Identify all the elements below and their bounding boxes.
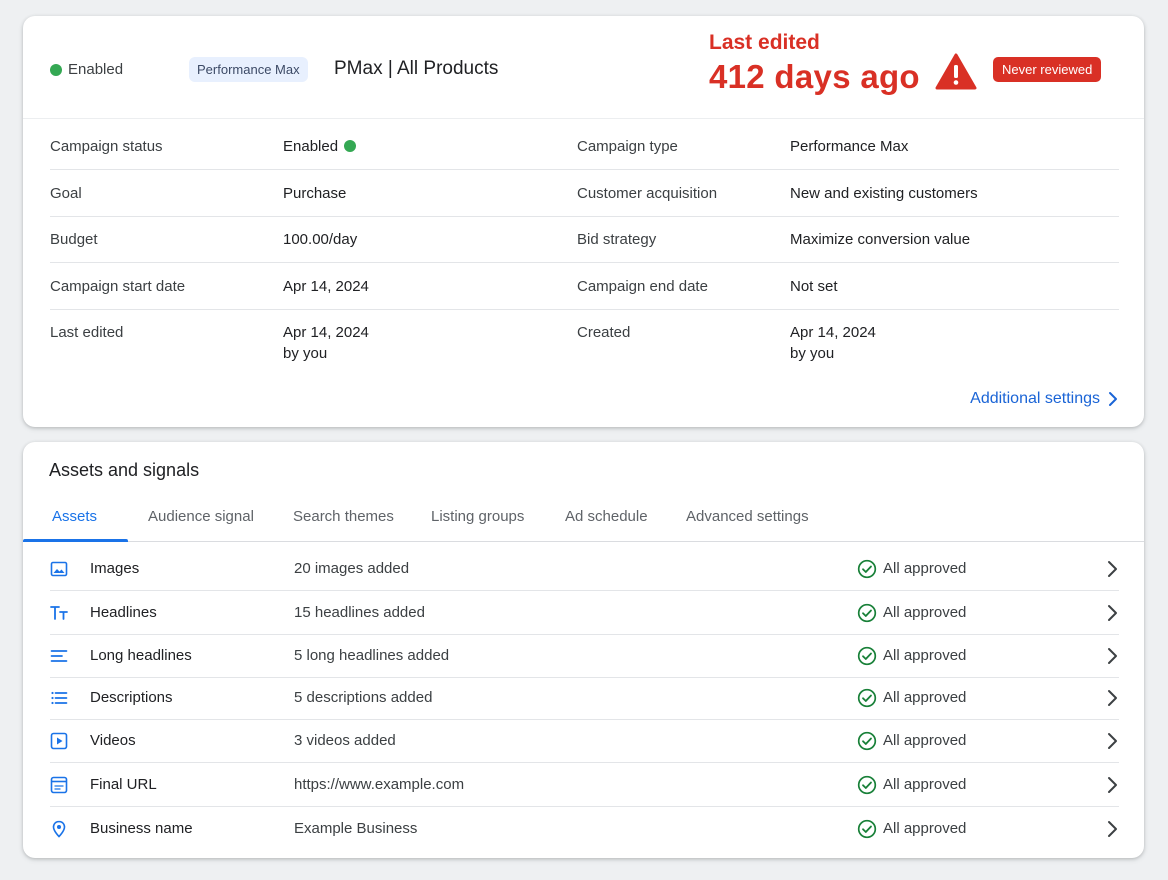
asset-name: Videos	[90, 732, 136, 749]
asset-row-videos[interactable]: Videos 3 videos added All approved	[50, 719, 1119, 763]
additional-settings-label: Additional settings	[970, 390, 1100, 407]
asset-count: 5 long headlines added	[294, 647, 450, 664]
tab-advanced-settings[interactable]: Advanced settings	[686, 508, 809, 525]
asset-row-images[interactable]: Images 20 images added All approved	[50, 547, 1119, 591]
asset-row-business-name[interactable]: Business name Example Business All appro…	[50, 807, 1119, 851]
image-icon	[50, 561, 68, 577]
text-size-icon	[50, 606, 68, 620]
detail-label: Created	[577, 324, 631, 341]
asset-row-final-url[interactable]: Final URL https://www.example.com All ap…	[50, 763, 1119, 807]
detail-value: Maximize conversion value	[790, 231, 971, 248]
last-edited-value: 412 days ago	[709, 58, 920, 95]
asset-count: 3 videos added	[294, 732, 396, 749]
asset-row-headlines[interactable]: Headlines 15 headlines added All approve…	[50, 591, 1119, 635]
chevron-right-icon	[1108, 690, 1117, 706]
video-icon	[50, 732, 68, 750]
long-text-icon	[50, 650, 68, 662]
detail-label: Goal	[50, 185, 82, 202]
detail-value: Not set	[790, 278, 838, 295]
approval-status: All approved	[883, 820, 967, 837]
detail-label: Bid strategy	[577, 231, 657, 248]
detail-value: Apr 14, 2024	[283, 278, 369, 295]
check-circle-icon	[857, 775, 877, 795]
enabled-dot-icon	[344, 140, 357, 152]
warning-icon	[935, 53, 977, 90]
check-circle-icon	[857, 731, 877, 751]
asset-count: Example Business	[294, 820, 418, 837]
chevron-right-icon	[1108, 777, 1117, 793]
detail-label: Last edited	[50, 324, 124, 341]
campaign-summary-card: Enabled Performance Max PMax | All Produ…	[23, 16, 1144, 427]
detail-label: Budget	[50, 231, 98, 248]
chevron-right-icon	[1109, 392, 1117, 406]
detail-row: Campaign start date Apr 14, 2024 Campaig…	[50, 263, 1119, 310]
chevron-right-icon	[1108, 733, 1117, 749]
last-edited-label: Last edited	[709, 31, 820, 54]
detail-label: Campaign status	[50, 138, 163, 155]
detail-label: Campaign start date	[50, 278, 186, 295]
active-tab-indicator	[23, 539, 128, 542]
list-icon	[51, 691, 68, 705]
approval-status: All approved	[883, 604, 967, 621]
tab-search-themes[interactable]: Search themes	[293, 508, 394, 525]
chevron-right-icon	[1108, 821, 1117, 837]
never-reviewed-badge: Never reviewed	[993, 57, 1102, 82]
campaign-header: Enabled Performance Max PMax | All Produ…	[23, 16, 1144, 119]
detail-row: Campaign status Enabled Campaign type Pe…	[50, 123, 1119, 170]
tab-assets[interactable]: Assets	[52, 508, 97, 525]
detail-value: Apr 14, 2024 by you	[790, 324, 876, 362]
approval-status: All approved	[883, 647, 967, 664]
campaign-name: PMax | All Products	[334, 58, 499, 79]
tab-audience-signal[interactable]: Audience signal	[148, 508, 254, 525]
check-circle-icon	[857, 646, 877, 666]
tab-ad-schedule[interactable]: Ad schedule	[565, 508, 648, 525]
asset-row-descriptions[interactable]: Descriptions 5 descriptions added All ap…	[50, 676, 1119, 720]
approval-status: All approved	[883, 776, 967, 793]
assets-signals-card: Assets and signals Assets Audience signa…	[23, 442, 1144, 858]
detail-value: Performance Max	[790, 138, 909, 155]
chevron-right-icon	[1108, 648, 1117, 664]
asset-count: https://www.example.com	[294, 776, 465, 793]
detail-value: Apr 14, 2024 by you	[283, 324, 369, 362]
detail-value: New and existing customers	[790, 185, 978, 202]
asset-name: Descriptions	[90, 689, 173, 706]
detail-row: Budget 100.00/day Bid strategy Maximize …	[50, 216, 1119, 263]
check-circle-icon	[857, 559, 877, 579]
asset-name: Final URL	[90, 776, 157, 793]
asset-row-long-headlines[interactable]: Long headlines 5 long headlines added Al…	[50, 634, 1119, 678]
additional-settings-link[interactable]: Additional settings	[970, 390, 1118, 408]
section-title: Assets and signals	[49, 460, 200, 480]
check-circle-icon	[857, 688, 877, 708]
detail-row: Last edited Apr 14, 2024 by you Created …	[50, 309, 1119, 369]
campaign-type-chip: Performance Max	[189, 57, 308, 82]
asset-name: Images	[90, 560, 140, 577]
asset-count: 20 images added	[294, 560, 410, 577]
check-circle-icon	[857, 819, 877, 839]
asset-tabs: Assets Audience signal Search themes Lis…	[23, 500, 1144, 542]
approval-status: All approved	[883, 689, 967, 706]
approval-status: All approved	[883, 560, 967, 577]
location-pin-icon	[52, 820, 66, 838]
detail-label: Customer acquisition	[577, 185, 718, 202]
asset-count: 5 descriptions added	[294, 689, 433, 706]
approval-status: All approved	[883, 732, 967, 749]
asset-name: Long headlines	[90, 647, 192, 664]
check-circle-icon	[857, 603, 877, 623]
status-dot-icon	[50, 64, 62, 76]
campaign-status-text: Enabled	[68, 61, 124, 78]
chevron-right-icon	[1108, 605, 1117, 621]
web-page-icon	[50, 776, 68, 794]
detail-label: Campaign type	[577, 138, 678, 155]
asset-name: Business name	[90, 820, 193, 837]
detail-value: 100.00/day	[283, 231, 358, 248]
asset-name: Headlines	[90, 604, 157, 621]
detail-value: Purchase	[283, 185, 347, 202]
chevron-right-icon	[1108, 561, 1117, 577]
detail-value: Enabled	[283, 138, 357, 155]
asset-count: 15 headlines added	[294, 604, 425, 621]
detail-label: Campaign end date	[577, 278, 708, 295]
tab-listing-groups[interactable]: Listing groups	[431, 508, 524, 525]
detail-row: Goal Purchase Customer acquisition New a…	[50, 170, 1119, 217]
